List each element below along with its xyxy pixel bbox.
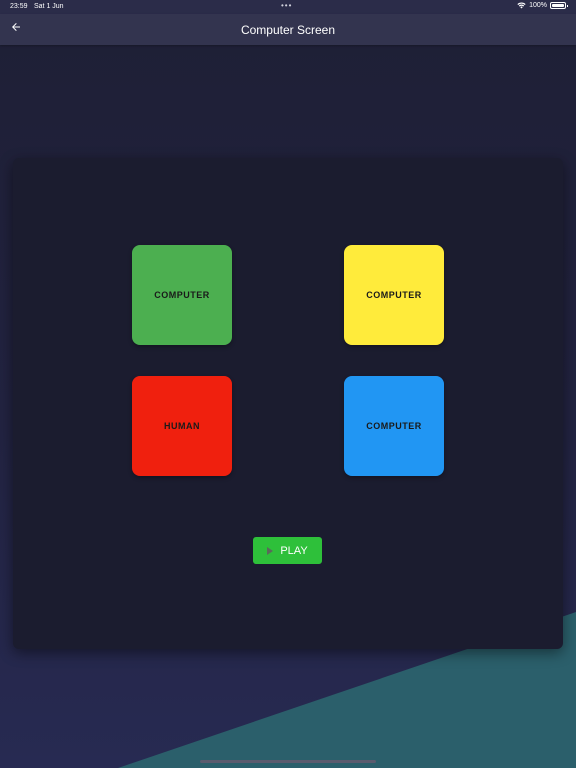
- wifi-icon: [517, 2, 526, 9]
- home-indicator[interactable]: [200, 760, 376, 763]
- play-button[interactable]: PLAY: [253, 537, 322, 564]
- player-tile-label: HUMAN: [164, 421, 200, 431]
- player-tile-label: COMPUTER: [366, 290, 422, 300]
- battery-icon: [550, 2, 568, 9]
- battery-level-fill: [552, 4, 564, 7]
- status-bar: 23:59 Sat 1 Jun ••• 100%: [0, 0, 576, 14]
- player-tile-red[interactable]: HUMAN: [132, 376, 232, 476]
- page-title: Computer Screen: [240, 23, 336, 37]
- player-tile-yellow[interactable]: COMPUTER: [344, 245, 444, 345]
- battery-percentage: 100%: [529, 2, 547, 9]
- status-time: 23:59: [10, 3, 28, 10]
- player-selection-card: COMPUTER COMPUTER HUMAN COMPUTER PLAY: [13, 158, 563, 649]
- multitasking-dots[interactable]: •••: [281, 1, 292, 10]
- play-icon: [267, 546, 274, 555]
- player-tile-green[interactable]: COMPUTER: [132, 245, 232, 345]
- player-tile-label: COMPUTER: [366, 421, 422, 431]
- status-date: Sat 1 Jun: [34, 3, 64, 10]
- status-right-group: 100%: [517, 2, 568, 9]
- play-button-label: PLAY: [280, 544, 308, 557]
- navigation-bar: Computer Screen: [0, 14, 576, 45]
- player-tile-label: COMPUTER: [154, 290, 210, 300]
- player-tile-blue[interactable]: COMPUTER: [344, 376, 444, 476]
